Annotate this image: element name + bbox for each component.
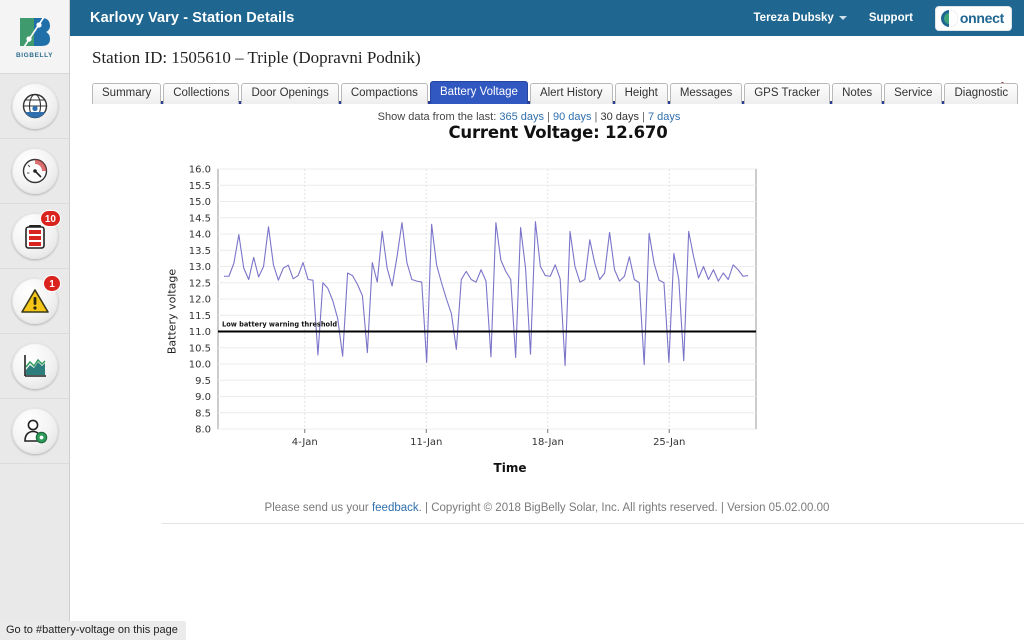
x-tick-label: 25-Jan [653, 437, 685, 448]
range-selector: Show data from the last: 365 days | 90 d… [34, 104, 1024, 123]
x-tick-label: 4-Jan [292, 437, 318, 448]
y-tick-label: 11.0 [189, 327, 211, 338]
support-link[interactable]: Support [869, 12, 913, 24]
y-tick-label: 13.0 [189, 262, 211, 273]
tab-diagnostic[interactable]: Diagnostic [944, 83, 1019, 104]
tab-service[interactable]: Service [884, 83, 943, 104]
y-tick-label: 15.0 [189, 197, 211, 208]
tab-list: Summary Collections Door Openings Compactio… [92, 78, 1019, 104]
user-menu-label: Tereza Dubsky [753, 12, 834, 24]
footer-divider [162, 523, 1024, 524]
y-tick-label: 13.5 [189, 246, 211, 257]
chevron-down-icon [838, 16, 847, 20]
rail-item-battery[interactable]: 10 [0, 204, 69, 269]
y-tick-label: 12.0 [189, 295, 211, 306]
tab-notes[interactable]: Notes [832, 83, 883, 104]
battery-alert-badge: 10 [39, 210, 61, 227]
alert-warning-icon [20, 289, 49, 313]
x-tick-label: 18-Jan [532, 437, 564, 448]
range-prefix: Show data from the last: [377, 111, 497, 123]
rail-item-user-settings[interactable] [0, 399, 69, 464]
left-nav-rail: BIGBELLY 10 1 [0, 0, 70, 640]
battery-icon [24, 225, 45, 249]
y-tick-label: 9.5 [195, 376, 211, 387]
range-options: 365 days | 90 days | 30 days | 7 days [499, 111, 680, 123]
user-menu[interactable]: Tereza Dubsky [754, 12, 847, 24]
alert-count-badge: 1 [43, 275, 61, 292]
footer-suffix: . | Copyright © 2018 BigBelly Solar, Inc… [418, 502, 830, 514]
chart-plot-area: 16.0 15.5 15.0 14.5 14.0 13.5 13.0 12.5 12.0 11.5… [189, 165, 757, 448]
station-id-heading: Station ID: 1505610 – Triple (Dopravni P… [92, 48, 421, 67]
y-tick-label: 12.5 [189, 278, 211, 289]
page-footer: Please send us your feedback. | Copyrigh… [70, 502, 1024, 514]
browser-status-bar: Go to #battery-voltage on this page [0, 621, 186, 640]
y-tick-label: 9.0 [195, 392, 211, 403]
tab-height[interactable]: Height [614, 83, 668, 104]
range-option-365-days[interactable]: 365 days [499, 111, 547, 123]
tab-door-openings[interactable]: Door Openings [241, 83, 339, 104]
gauge-icon [22, 158, 47, 184]
connect-wordmark: onnect [959, 10, 1004, 26]
rail-item-gauge[interactable] [0, 139, 69, 204]
range-option-selected: 30 days [597, 111, 643, 123]
page-title: Karlovy Vary - Station Details [90, 10, 295, 26]
orb-bg [11, 343, 58, 389]
header-right-group: Tereza Dubsky Support onnect [754, 5, 1024, 31]
footer-prefix: Please send us your [264, 502, 372, 514]
tab-collections[interactable]: Collections [163, 83, 240, 104]
feedback-link[interactable]: feedback [372, 502, 419, 514]
bigbelly-logo[interactable]: BIGBELLY [0, 0, 69, 74]
chart-x-axis-label: Time [493, 461, 527, 475]
tab-battery-voltage[interactable]: Battery Voltage [429, 81, 528, 104]
y-tick-label: 14.5 [189, 213, 211, 224]
range-option-7-days[interactable]: 7 days [645, 111, 680, 123]
tab-summary[interactable]: Summary [92, 83, 162, 104]
rail-item-alerts[interactable]: 1 [0, 269, 69, 334]
tab-bar: Summary Collections Door Openings Compactio… [92, 78, 1019, 104]
page-root: BIGBELLY 10 1 Karlovy Vary - Station Det… [0, 0, 1024, 640]
bigbelly-wordmark: BIGBELLY [15, 52, 54, 59]
y-tick-label: 11.5 [189, 311, 211, 322]
connect-logo[interactable]: onnect [934, 5, 1012, 31]
y-tick-label: 14.0 [189, 230, 211, 241]
low-battery-threshold-label: Low battery warning threshold [222, 321, 337, 329]
tab-compactions[interactable]: Compactions [340, 83, 428, 104]
tab-messages[interactable]: Messages [669, 83, 743, 104]
tab-gps-tracker[interactable]: GPS Tracker [744, 83, 831, 104]
battery-voltage-chart: Battery voltage 16.0 15.5 15.0 14.5 14.0 13.5… [166, 143, 806, 488]
y-tick-label: 8.5 [195, 408, 211, 419]
bigbelly-logo-icon [19, 16, 50, 48]
user-settings-icon [23, 419, 47, 444]
y-tick-label: 10.0 [189, 360, 211, 371]
connect-c-icon [940, 9, 958, 27]
rail-item-reports[interactable] [0, 334, 69, 399]
top-header-bar: Karlovy Vary - Station Details Tereza Du… [70, 0, 1024, 36]
y-tick-label: 16.0 [189, 165, 211, 176]
chart-title: Current Voltage: 12.670 [448, 123, 668, 142]
x-tick-label: 11-Jan [410, 437, 442, 448]
main-content: Station ID: 1505610 – Triple (Dopravni P… [70, 36, 1024, 640]
y-tick-label: 10.5 [189, 343, 211, 354]
orb-bg [11, 408, 58, 454]
y-tick-label: 8.0 [195, 425, 211, 436]
range-option-90-days[interactable]: 90 days [550, 111, 595, 123]
tab-alert-history[interactable]: Alert History [529, 83, 613, 104]
chart-report-icon [23, 355, 46, 377]
y-tick-label: 15.5 [189, 181, 211, 192]
orb-bg [11, 148, 58, 194]
